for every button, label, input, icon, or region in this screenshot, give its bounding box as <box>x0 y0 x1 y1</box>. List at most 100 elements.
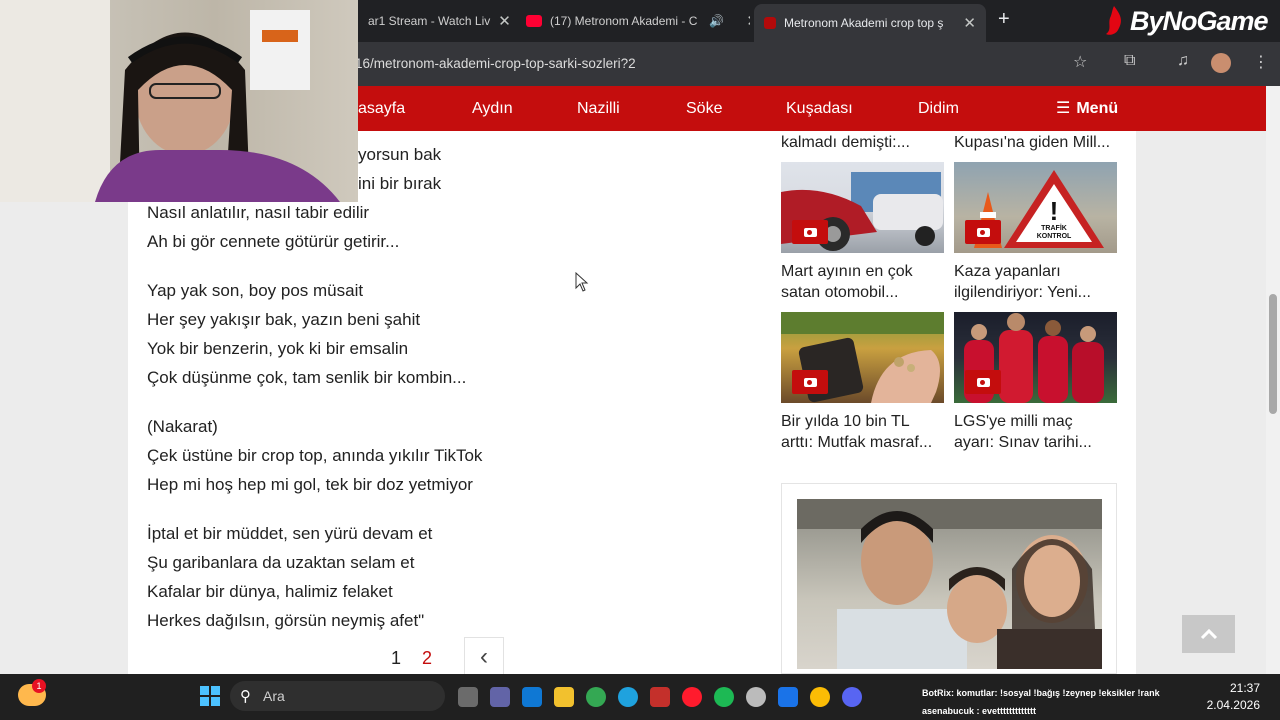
close-icon[interactable]: ✕ <box>963 14 976 32</box>
new-tab-button[interactable]: + <box>998 8 1010 31</box>
nav-link-didim[interactable]: Didim <box>918 86 959 131</box>
profile-avatar[interactable] <box>1211 53 1231 73</box>
speaker-icon[interactable]: 🔊 <box>709 14 724 28</box>
family-photo <box>797 499 1102 669</box>
camera-icon <box>965 220 1001 244</box>
tab-title: (17) Metronom Akademi - C <box>550 14 698 28</box>
opera-icon[interactable] <box>682 687 702 707</box>
svg-text:!: ! <box>1050 196 1059 226</box>
streamer-webcam <box>0 0 340 202</box>
search-icon: ⚲ <box>240 688 251 705</box>
obs-icon[interactable] <box>746 687 766 707</box>
mouse-cursor-icon <box>575 272 589 292</box>
tab-youtube[interactable]: (17) Metronom Akademi - C 🔊 ✕ <box>516 6 750 36</box>
lyric-line: Herkes dağılsın, görsün neymiş afet" <box>147 611 425 630</box>
news-thumbnail-wallet[interactable] <box>781 312 944 403</box>
menu-button[interactable]: ☰ Menü <box>1056 86 1118 131</box>
page-link-1[interactable]: 1 <box>391 648 401 669</box>
lyric-line: Kafalar bir dünya, halimiz felaket <box>147 582 393 601</box>
close-icon[interactable]: ✕ <box>746 12 750 30</box>
news-title[interactable]: kalmadı demişti:... <box>781 132 946 153</box>
nav-link-aydin[interactable]: Aydın <box>472 86 513 131</box>
spotify-icon[interactable] <box>714 687 734 707</box>
lyric-line: Nasıl anlatılır, nasıl tabir edilir <box>147 203 370 222</box>
lyric-line: yorsun bak <box>358 145 442 164</box>
nav-link-anasayfa[interactable]: asayfa <box>358 86 405 131</box>
menu-label: Menü <box>1076 99 1119 117</box>
youtube-icon <box>526 15 542 27</box>
discord-icon[interactable] <box>842 687 862 707</box>
search-placeholder: Ara <box>263 688 285 704</box>
news-title[interactable]: LGS'ye milli maç <box>954 411 1119 432</box>
brand-text: ByNoGame <box>1130 5 1269 36</box>
nav-link-soke[interactable]: Söke <box>686 86 722 131</box>
more-menu-icon[interactable]: ⋮ <box>1253 52 1269 72</box>
bynogame-logo: ByNoGame <box>1100 0 1280 42</box>
page-scrollbar[interactable] <box>1266 86 1280 674</box>
teams-icon[interactable] <box>490 687 510 707</box>
lyric-line: Her şey yakışır bak, yazın beni şahit <box>147 310 421 329</box>
chrome-active-icon[interactable] <box>810 687 830 707</box>
chat-line: BotRix: komutlar: !sosyal !bağış !zeynep… <box>922 688 1160 698</box>
traffic-sign-text: TRAFİK KONTROL <box>1036 225 1072 240</box>
lyric-line: Çek üstüne bir crop top, anında yıkılır … <box>147 446 483 465</box>
chevron-up-icon <box>1200 628 1217 640</box>
lyric-line: ini bir bırak <box>358 174 442 193</box>
news-title[interactable]: Mart ayının en çok <box>781 261 946 282</box>
news-title[interactable]: ilgilendiriyor: Yeni... <box>954 282 1119 303</box>
news-title[interactable]: Kupası'na giden Mill... <box>954 132 1119 153</box>
windows-start-icon[interactable] <box>200 686 220 706</box>
lyric-line: Yap yak son, boy pos müsait <box>147 281 364 300</box>
file-explorer-icon[interactable] <box>554 687 574 707</box>
webcam-overlay <box>0 0 358 202</box>
news-title[interactable]: Bir yılda 10 bin TL <box>781 411 946 432</box>
camera-icon <box>965 370 1001 394</box>
page-link-2[interactable]: 2 <box>422 648 432 669</box>
back-to-top-button[interactable] <box>1182 615 1235 653</box>
task-view-icon[interactable] <box>458 687 478 707</box>
tab-title: Metronom Akademi crop top ş <box>784 16 944 30</box>
extensions-icon[interactable]: ⧉ <box>1124 52 1135 70</box>
news-title[interactable]: ayarı: Sınav tarihi... <box>954 432 1119 453</box>
clock-date[interactable]: 2.04.2026 <box>1200 698 1260 712</box>
camera-icon <box>792 220 828 244</box>
news-thumbnail-cars[interactable] <box>781 162 944 253</box>
nav-link-kusadasi[interactable]: Kuşadası <box>786 86 853 131</box>
featured-photo-card[interactable] <box>781 483 1117 674</box>
scrollbar-thumb[interactable] <box>1269 294 1277 414</box>
prev-page-button[interactable]: ‹ <box>464 637 504 674</box>
nav-link-nazilli[interactable]: Nazilli <box>577 86 620 131</box>
media-control-icon[interactable]: ♫ <box>1177 52 1189 70</box>
notification-badge: 1 <box>32 679 46 693</box>
site-favicon-icon <box>764 17 776 29</box>
store-icon[interactable] <box>522 687 542 707</box>
edge-icon[interactable] <box>618 687 638 707</box>
taskbar-search[interactable]: ⚲ Ara <box>230 681 445 711</box>
news-thumbnail-football[interactable] <box>954 312 1117 403</box>
close-icon[interactable]: ✕ <box>498 12 511 30</box>
chrome-icon[interactable] <box>586 687 606 707</box>
chat-line: asenabucuk : evettttttttttttt <box>922 706 1036 716</box>
camera-icon <box>792 370 828 394</box>
news-title[interactable]: satan otomobil... <box>781 282 946 303</box>
hamburger-icon: ☰ <box>1056 99 1071 117</box>
lyric-line: Hep mi hoş hep mi gol, tek bir doz yetmi… <box>147 475 473 494</box>
lyric-line: (Nakarat) <box>147 417 218 436</box>
lyric-line: Yok bir benzerin, yok ki bir emsalin <box>147 339 409 358</box>
youtube-app-icon[interactable] <box>650 687 670 707</box>
tab-title: ar1 Stream - Watch Liv <box>368 14 491 28</box>
address-bar[interactable]: 7816/metronom-akademi-crop-top-sarki-soz… <box>340 50 1110 78</box>
lyric-line: İptal et bir müddet, sen yürü devam et <box>147 524 433 543</box>
app-icon[interactable] <box>778 687 798 707</box>
lyric-line: Ah bi gör cennete götürür getirir... <box>147 232 400 251</box>
tab-active-lyrics[interactable]: Metronom Akademi crop top ş ✕ <box>754 4 986 42</box>
lyric-line: Çok düşünme çok, tam senlik bir kombin..… <box>147 368 467 387</box>
clock-time[interactable]: 21:37 <box>1200 681 1260 695</box>
news-title[interactable]: arttı: Mutfak masraf... <box>781 432 946 453</box>
flame-icon <box>1106 6 1121 35</box>
lyric-line: Şu garibanlara da uzaktan selam et <box>147 553 415 572</box>
news-thumbnail-traffic[interactable]: ! TRAFİK KONTROL <box>954 162 1117 253</box>
bookmark-star-icon[interactable]: ☆ <box>1073 52 1087 72</box>
tab-stream[interactable]: ar1 Stream - Watch Liv ✕ <box>358 6 516 36</box>
news-title[interactable]: Kaza yapanları <box>954 261 1119 282</box>
